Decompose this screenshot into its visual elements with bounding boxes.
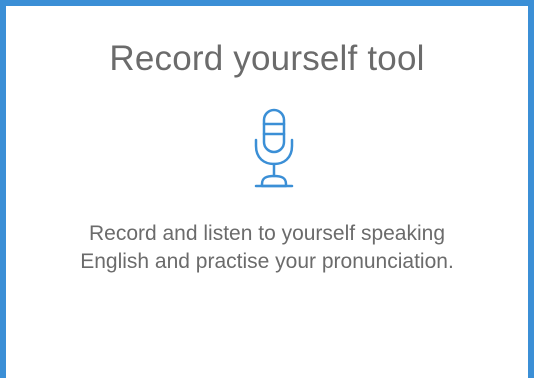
microphone-icon bbox=[246, 106, 302, 192]
record-yourself-tool-card[interactable]: Record yourself tool Record and listen t… bbox=[0, 0, 534, 378]
description-line-2: English and practise your pronunciation. bbox=[80, 250, 454, 273]
description-line-1: Record and listen to yourself speaking bbox=[88, 222, 446, 245]
card-description: Record and listen to yourself speaking E… bbox=[6, 220, 528, 276]
card-title: Record yourself tool bbox=[109, 39, 425, 78]
